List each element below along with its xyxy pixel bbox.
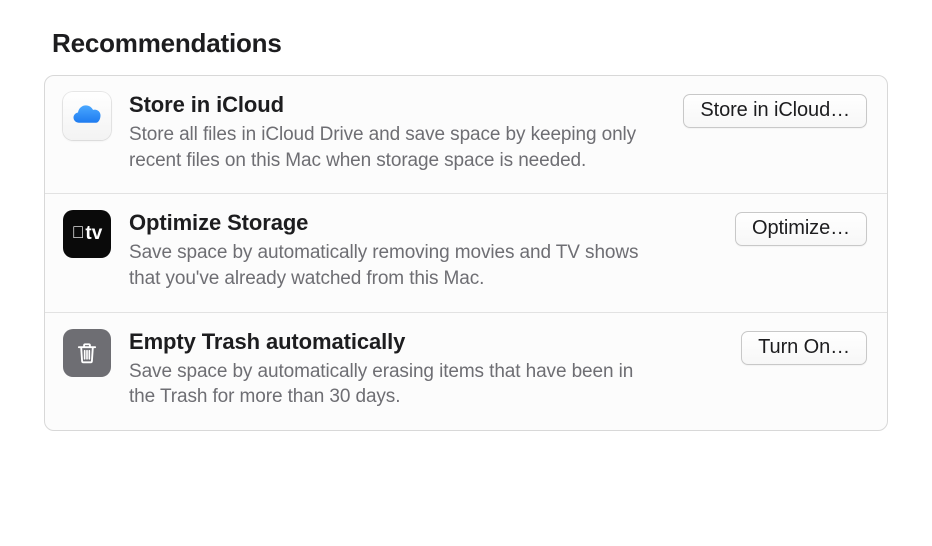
recommendations-panel: Store in iCloud Store all files in iClou… xyxy=(44,75,888,431)
section-title: Recommendations xyxy=(44,28,888,59)
row-description: Save space by automatically erasing item… xyxy=(129,359,659,410)
row-title: Optimize Storage xyxy=(129,210,659,236)
row-body: Empty Trash automatically Save space by … xyxy=(129,329,669,410)
row-optimize-storage: tv Optimize Storage Save space by autom… xyxy=(45,193,887,311)
row-title: Empty Trash automatically xyxy=(129,329,659,355)
row-title: Store in iCloud xyxy=(129,92,655,118)
trash-icon xyxy=(63,329,111,377)
apple-tv-glyph: tv xyxy=(72,223,103,245)
icloud-icon xyxy=(63,92,111,140)
row-body: Optimize Storage Save space by automatic… xyxy=(129,210,669,291)
optimize-button[interactable]: Optimize… xyxy=(735,212,867,246)
row-body: Store in iCloud Store all files in iClou… xyxy=(129,92,665,173)
row-empty-trash: Empty Trash automatically Save space by … xyxy=(45,312,887,430)
row-store-in-icloud: Store in iCloud Store all files in iClou… xyxy=(45,76,887,193)
row-description: Store all files in iCloud Drive and save… xyxy=(129,122,655,173)
apple-tv-icon: tv xyxy=(63,210,111,258)
row-description: Save space by automatically removing mov… xyxy=(129,240,659,291)
turn-on-button[interactable]: Turn On… xyxy=(741,331,867,365)
store-in-icloud-button[interactable]: Store in iCloud… xyxy=(683,94,867,128)
